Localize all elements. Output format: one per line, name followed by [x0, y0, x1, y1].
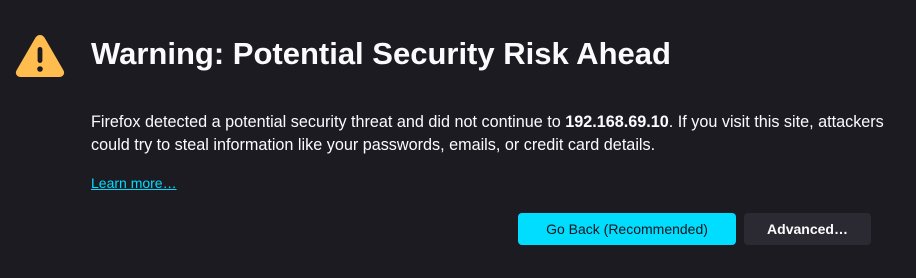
learn-more-link[interactable]: Learn more… — [91, 173, 177, 193]
description-text-start: Firefox detected a potential security th… — [91, 113, 566, 131]
warning-triangle-icon — [15, 35, 65, 77]
host-address: 192.168.69.10 — [565, 113, 669, 131]
advanced-button[interactable]: Advanced… — [744, 213, 871, 245]
go-back-button[interactable]: Go Back (Recommended) — [518, 213, 736, 245]
page-title: Warning: Potential Security Risk Ahead — [91, 36, 671, 71]
warning-description: Firefox detected a potential security th… — [91, 111, 891, 157]
security-warning-page: Warning: Potential Security Risk Ahead F… — [0, 0, 916, 278]
